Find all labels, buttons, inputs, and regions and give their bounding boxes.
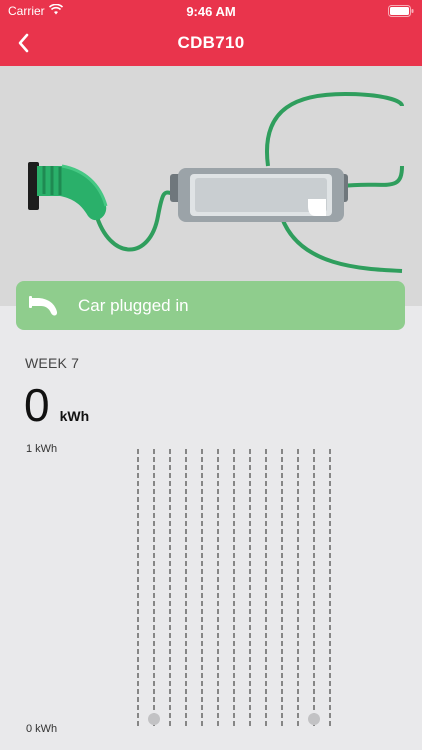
status-bar: Carrier 9:46 AM	[0, 0, 422, 24]
header: Carrier 9:46 AM CDB710	[0, 0, 422, 66]
charger-illustration	[0, 66, 422, 306]
energy-chart	[137, 449, 331, 727]
connection-status-banner: Car plugged in	[16, 281, 405, 330]
energy-value: 0	[24, 379, 50, 431]
plug-icon	[29, 294, 61, 318]
page-title: CDB710	[177, 33, 245, 52]
app-root: Carrier 9:46 AM CDB710 Car plugged in WE…	[0, 0, 422, 750]
energy-summary: 0 kWh	[24, 380, 89, 430]
battery-icon	[388, 5, 414, 20]
banner-text: Car plugged in	[78, 295, 189, 315]
chart-point	[308, 713, 320, 725]
week-label: WEEK 7	[25, 355, 80, 371]
plug-illustration	[28, 162, 108, 221]
energy-unit: kWh	[59, 408, 90, 424]
status-time: 9:46 AM	[186, 4, 236, 19]
chart-point	[148, 713, 160, 725]
nav-bar: CDB710	[0, 24, 422, 66]
control-box-illustration	[170, 168, 348, 222]
